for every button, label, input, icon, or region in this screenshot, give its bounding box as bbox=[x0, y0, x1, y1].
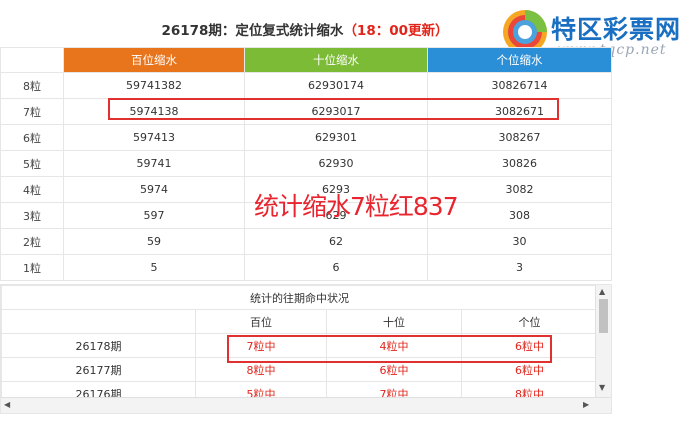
row-label: 4粒 bbox=[0, 176, 64, 203]
shrink-table-header: 百位缩水 十位缩水 个位缩水 bbox=[0, 47, 612, 73]
logo-name: 特区彩票网 bbox=[551, 15, 682, 44]
header-hundreds: 百位 bbox=[195, 309, 327, 334]
cell-hundreds: 5 bbox=[63, 254, 245, 281]
table-row: 1粒 5 6 3 bbox=[0, 254, 612, 281]
scroll-down-icon[interactable]: ▼ bbox=[599, 383, 605, 393]
history-caption-row: 统计的往期命中状况 bbox=[1, 285, 598, 310]
table-row: 5粒 59741 62930 30826 bbox=[0, 150, 612, 177]
table-row: 6粒 597413 629301 308267 bbox=[0, 124, 612, 151]
cell-units: 30 bbox=[427, 228, 612, 255]
cell-hundreds: 59 bbox=[63, 228, 245, 255]
history-caption: 统计的往期命中状况 bbox=[1, 285, 598, 310]
row-label: 2粒 bbox=[0, 228, 64, 255]
overlay-annotation: 统计缩水7粒红837 bbox=[254, 192, 459, 221]
table-row: 2粒 59 62 30 bbox=[0, 228, 612, 255]
title-text: 26178期：定位复式统计缩水 bbox=[161, 23, 344, 39]
shrink-table: 百位缩水 十位缩水 个位缩水 8粒 59741382 62930174 3082… bbox=[0, 47, 612, 281]
row-label: 3粒 bbox=[0, 202, 64, 229]
cell-tens: 6 bbox=[244, 254, 428, 281]
row-label: 8粒 bbox=[0, 72, 64, 99]
header-units: 个位 bbox=[461, 309, 598, 334]
highlight-hit-box bbox=[227, 335, 552, 363]
header-blank bbox=[0, 47, 64, 73]
scroll-right-icon[interactable]: ▶ bbox=[583, 400, 589, 410]
cell-hundreds: 59741382 bbox=[63, 72, 245, 99]
row-label: 7粒 bbox=[0, 98, 64, 125]
header-hundreds: 百位缩水 bbox=[63, 47, 245, 73]
cell-hundreds: 59741 bbox=[63, 150, 245, 177]
cell-units: 308267 bbox=[427, 124, 612, 151]
row-label: 1粒 bbox=[0, 254, 64, 281]
cell-units: 30826714 bbox=[427, 72, 612, 99]
cell-units: 3 bbox=[427, 254, 612, 281]
period-cell: 26177期 bbox=[1, 357, 196, 382]
header-tens: 十位 bbox=[326, 309, 462, 334]
scroll-up-icon[interactable]: ▲ bbox=[599, 287, 605, 297]
row-label: 5粒 bbox=[0, 150, 64, 177]
header-blank bbox=[1, 309, 196, 334]
period-cell: 26178期 bbox=[1, 333, 196, 358]
cell-tens: 62930 bbox=[244, 150, 428, 177]
highlight-7-grain-box bbox=[108, 98, 559, 120]
row-label: 6粒 bbox=[0, 124, 64, 151]
table-row: 8粒 59741382 62930174 30826714 bbox=[0, 72, 612, 99]
cell-hundreds: 597 bbox=[63, 202, 245, 229]
cell-hundreds: 597413 bbox=[63, 124, 245, 151]
cell-tens: 629301 bbox=[244, 124, 428, 151]
cell-hundreds: 5974 bbox=[63, 176, 245, 203]
cell-tens: 62 bbox=[244, 228, 428, 255]
cell-tens: 62930174 bbox=[244, 72, 428, 99]
scroll-thumb[interactable] bbox=[599, 299, 608, 333]
scroll-left-icon[interactable]: ◀ bbox=[4, 400, 10, 410]
horizontal-scrollbar[interactable]: ◀ ▶ bbox=[1, 397, 611, 413]
header-units: 个位缩水 bbox=[427, 47, 612, 73]
vertical-scrollbar[interactable]: ▲ ▼ bbox=[595, 285, 611, 398]
update-note: （18：00更新） bbox=[343, 23, 449, 39]
header-tens: 十位缩水 bbox=[244, 47, 428, 73]
history-header-row: 百位 十位 个位 bbox=[1, 309, 598, 334]
cell-units: 30826 bbox=[427, 150, 612, 177]
